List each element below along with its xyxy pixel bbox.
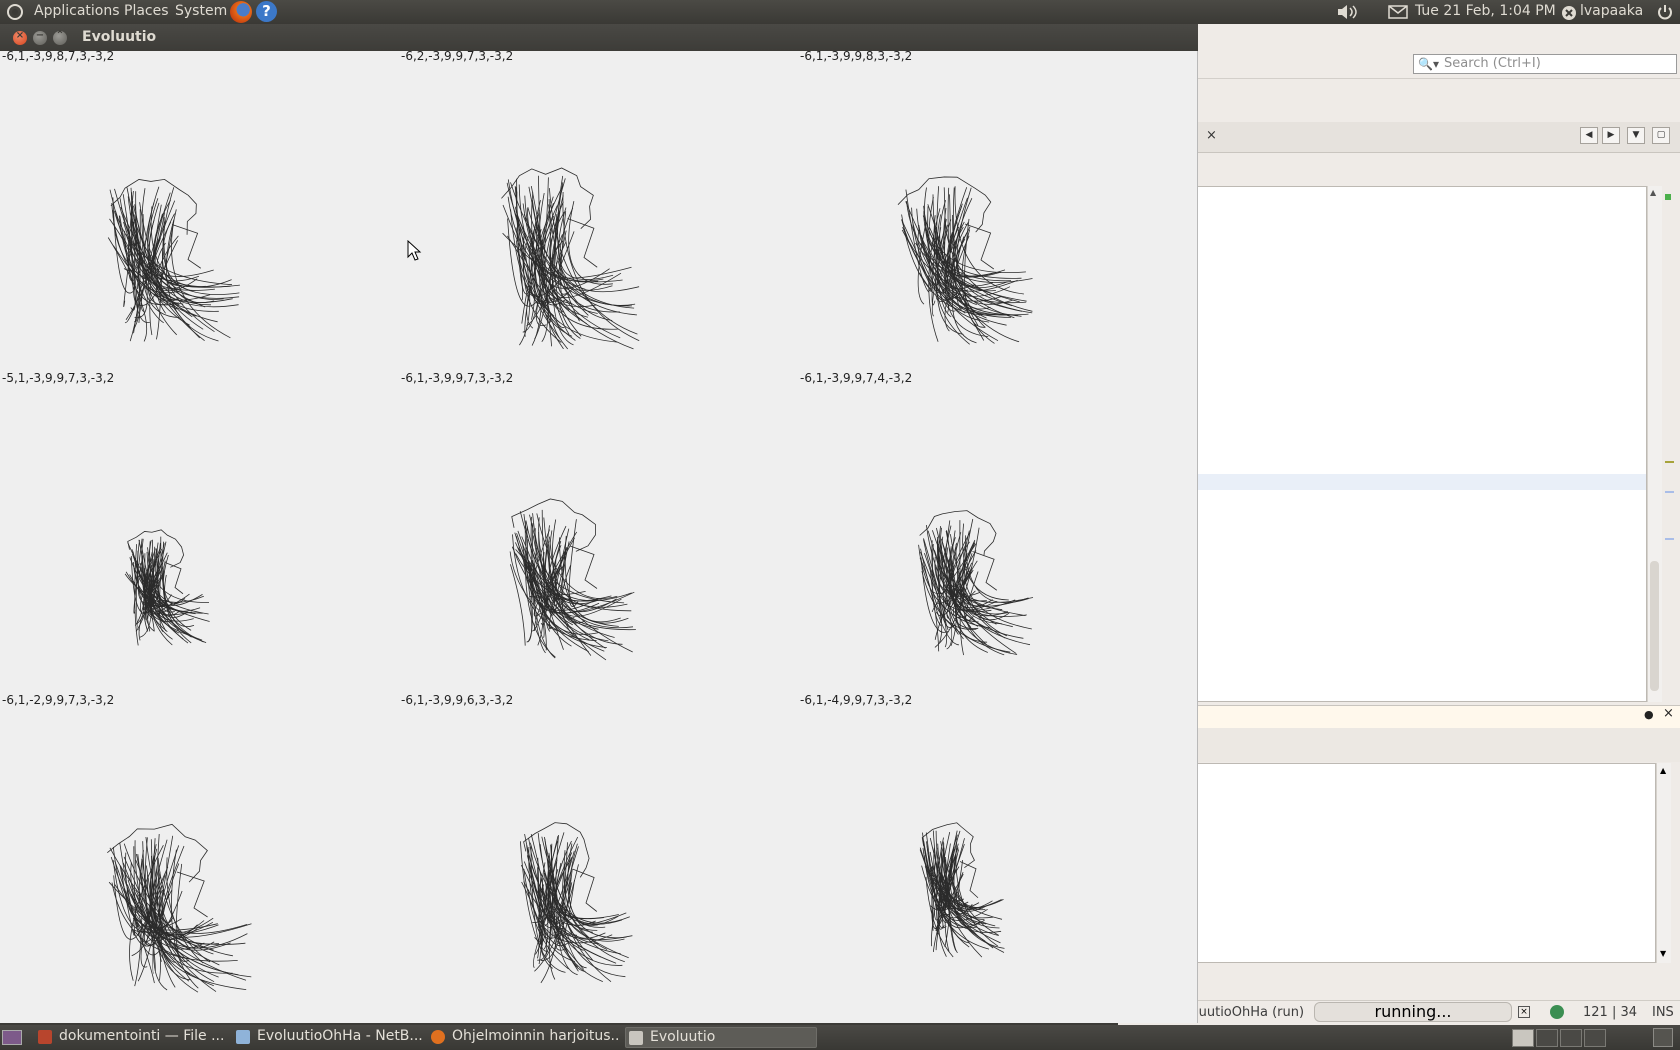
- tab-close-icon[interactable]: ×: [1206, 128, 1217, 143]
- editor-scrollbar[interactable]: ▲: [1647, 186, 1662, 702]
- scrollbar-thumb[interactable]: [1650, 561, 1659, 691]
- netbeans-icon: [236, 1030, 250, 1044]
- cell-label: -6,1,-2,9,9,7,3,-3,2: [2, 693, 115, 707]
- evolved-figure: [107, 823, 252, 993]
- output-close-icon[interactable]: ×: [1663, 706, 1674, 721]
- maximize-editor-icon[interactable]: ▢: [1652, 127, 1670, 144]
- cancel-run-icon[interactable]: ×: [1518, 1006, 1530, 1018]
- taskbar-task[interactable]: Ohjelmoinnin harjoitus...: [428, 1027, 620, 1048]
- run-task-label[interactable]: luutioOhHa (run): [1195, 1005, 1304, 1020]
- window-title: Evoluutio: [82, 29, 157, 45]
- scroll-right-icon[interactable]: ▶: [1602, 127, 1620, 144]
- evolved-figure: [509, 498, 636, 661]
- workspace-1[interactable]: [1512, 1029, 1534, 1047]
- toolbar-divider: [1118, 78, 1680, 79]
- evolved-figure: [520, 822, 633, 984]
- ubuntu-logo-icon[interactable]: [7, 4, 23, 20]
- taskbar-task[interactable]: EvoluutioOhHa - NetB...: [233, 1027, 425, 1048]
- status-mark: [1665, 194, 1671, 200]
- volume-icon[interactable]: [1336, 4, 1364, 20]
- evolved-figure: [124, 529, 210, 646]
- places-menu[interactable]: Places: [124, 3, 169, 19]
- insert-mode: INS: [1652, 1005, 1674, 1020]
- show-desktop-icon[interactable]: [2, 1030, 22, 1045]
- cell-label: -6,1,-3,9,8,7,3,-3,2: [2, 49, 115, 63]
- output-header: [1118, 705, 1680, 728]
- cell-label: -6,1,-4,9,9,7,3,-3,2: [800, 693, 913, 707]
- search-icon: 🔍▾: [1418, 57, 1439, 71]
- netbeans-search-input[interactable]: 🔍▾ Search (Ctrl+I): [1413, 54, 1677, 74]
- mouse-cursor-icon: [407, 240, 422, 261]
- cell-label: -6,1,-3,9,9,7,3,-3,2: [401, 371, 514, 385]
- evolved-figure: [918, 510, 1034, 656]
- memory-icon[interactable]: [1550, 1005, 1564, 1019]
- top-panel: Applications Places System ? Tue 21 Feb,…: [0, 0, 1680, 24]
- maximize-window-button[interactable]: ⌃: [53, 30, 67, 45]
- file-manager-icon: [38, 1030, 52, 1044]
- system-menu[interactable]: System: [175, 3, 227, 19]
- mail-icon[interactable]: [1388, 5, 1408, 19]
- scroll-up-icon[interactable]: ▲: [1660, 766, 1666, 775]
- taskbar-task[interactable]: dokumentointi — File ...: [35, 1027, 227, 1048]
- workspace-2[interactable]: [1536, 1029, 1558, 1047]
- output-scrollbar[interactable]: ▲ ▼: [1656, 763, 1671, 963]
- firefox-icon[interactable]: [230, 1, 252, 23]
- cell-label: -6,2,-3,9,9,7,3,-3,2: [401, 49, 514, 63]
- firefox-icon: [431, 1030, 445, 1044]
- applications-menu[interactable]: Applications: [34, 3, 120, 19]
- trash-icon[interactable]: [1653, 1028, 1673, 1047]
- minimize-window-button[interactable]: −: [33, 30, 47, 45]
- user-menu[interactable]: lvapaaka: [1580, 3, 1643, 19]
- cell-label: -6,1,-3,9,9,7,4,-3,2: [800, 371, 913, 385]
- evolved-figure: [919, 822, 1005, 958]
- scroll-left-icon[interactable]: ◀: [1580, 127, 1598, 144]
- evolved-figure: [897, 176, 1033, 345]
- evoluutio-titlebar[interactable]: [0, 24, 1198, 51]
- evolved-figure: [107, 178, 240, 342]
- clock[interactable]: Tue 21 Feb, 1:04 PM: [1415, 3, 1556, 19]
- close-window-button[interactable]: ×: [13, 30, 27, 45]
- taskbar-task-active[interactable]: Evoluutio: [625, 1027, 817, 1048]
- scroll-up-icon[interactable]: ▲: [1650, 188, 1656, 197]
- cell-label: -5,1,-3,9,9,7,3,-3,2: [2, 371, 115, 385]
- warning-mark[interactable]: [1665, 461, 1674, 463]
- cursor-position: 121 | 34: [1583, 1005, 1637, 1020]
- error-stripe: [1663, 186, 1677, 702]
- run-progress-bar[interactable]: running...: [1314, 1002, 1512, 1022]
- scroll-down-icon[interactable]: ▼: [1660, 949, 1666, 958]
- evolved-figure: [501, 167, 640, 350]
- tab-list-icon[interactable]: ▼: [1627, 127, 1645, 144]
- occurrence-mark[interactable]: [1665, 491, 1674, 493]
- java-icon: [629, 1031, 643, 1045]
- workspace-3[interactable]: [1560, 1029, 1582, 1047]
- help-icon[interactable]: ?: [256, 1, 277, 22]
- output-toolbar: [1118, 728, 1680, 762]
- power-icon[interactable]: [1656, 3, 1674, 21]
- cell-label: -6,1,-3,9,9,8,3,-3,2: [800, 49, 913, 63]
- cell-label: -6,1,-3,9,9,6,3,-3,2: [401, 693, 514, 707]
- user-status-icon: [1562, 6, 1576, 20]
- output-pin-icon[interactable]: ●: [1644, 708, 1654, 721]
- workspace-4[interactable]: [1584, 1029, 1606, 1047]
- occurrence-mark[interactable]: [1665, 538, 1674, 540]
- output-console[interactable]: [1118, 763, 1656, 963]
